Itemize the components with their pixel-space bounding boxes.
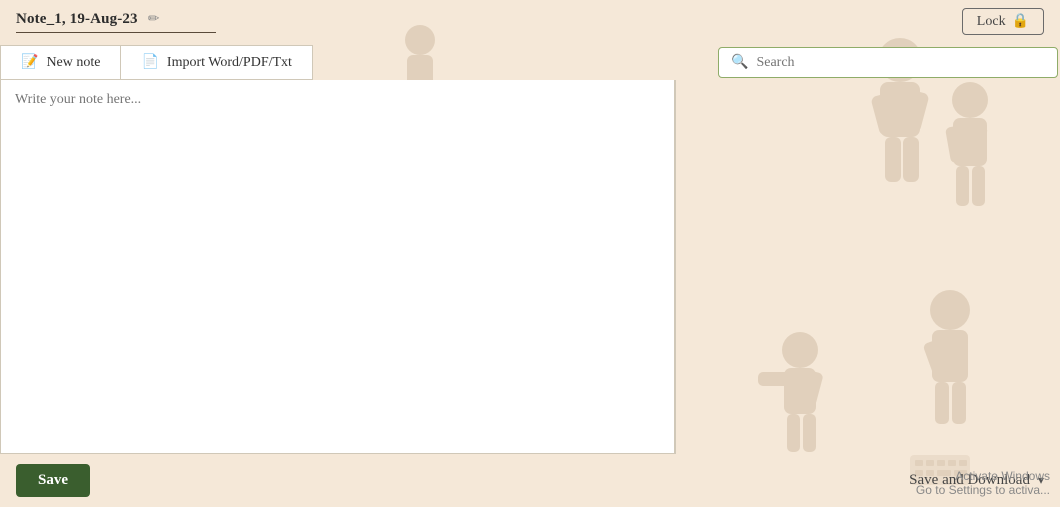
toolbar: 📝 New note 📄 Import Word/PDF/Txt 🔍 bbox=[0, 41, 1060, 80]
lock-button[interactable]: Lock 🔒 bbox=[962, 8, 1044, 35]
lock-label: Lock bbox=[977, 14, 1006, 30]
import-label: Import Word/PDF/Txt bbox=[167, 55, 292, 71]
import-icon: 📄 bbox=[141, 54, 158, 71]
note-title: Note_1, 19-Aug-23 bbox=[16, 11, 138, 28]
note-textarea[interactable] bbox=[0, 80, 675, 454]
new-note-label: New note bbox=[46, 55, 100, 71]
activate-line1: Activate Windows bbox=[916, 469, 1050, 483]
save-button[interactable]: Save bbox=[16, 464, 90, 497]
note-title-area: Note_1, 19-Aug-23 ✏ bbox=[16, 11, 216, 33]
header: Note_1, 19-Aug-23 ✏ Lock 🔒 bbox=[0, 0, 1060, 41]
save-label: Save bbox=[38, 472, 68, 488]
footer: Save Save and Download ▾ bbox=[0, 454, 1060, 507]
new-note-button[interactable]: 📝 New note bbox=[0, 45, 120, 80]
new-note-icon: 📝 bbox=[21, 54, 38, 71]
right-panel bbox=[675, 80, 1060, 454]
search-container: 🔍 bbox=[718, 47, 1058, 78]
edit-icon[interactable]: ✏ bbox=[148, 11, 160, 28]
activate-line2: Go to Settings to activa... bbox=[916, 483, 1050, 497]
lock-icon: 🔒 bbox=[1012, 13, 1029, 30]
main-content bbox=[0, 80, 1060, 454]
editor-area bbox=[0, 80, 675, 454]
activation-watermark: Activate Windows Go to Settings to activ… bbox=[916, 469, 1050, 497]
import-button[interactable]: 📄 Import Word/PDF/Txt bbox=[120, 45, 312, 80]
search-input[interactable] bbox=[756, 55, 1045, 71]
search-icon: 🔍 bbox=[731, 54, 748, 71]
